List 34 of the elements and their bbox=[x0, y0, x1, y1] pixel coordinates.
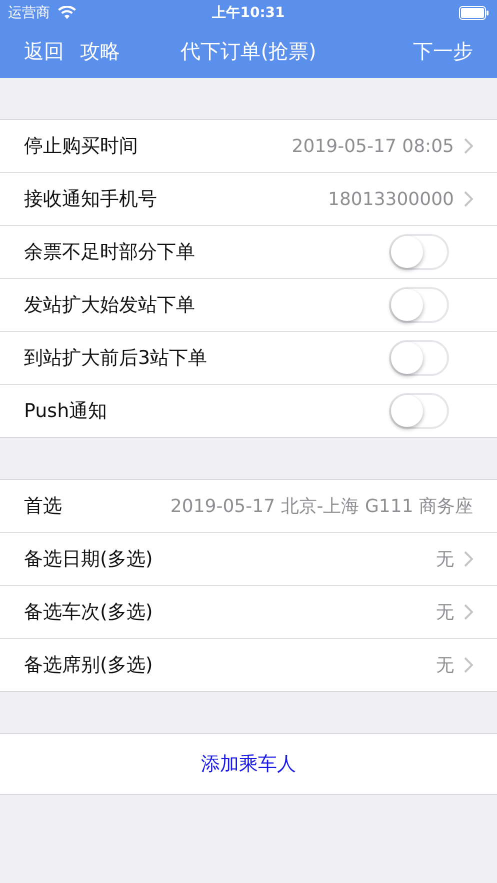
status-time: 上午10:31 bbox=[212, 4, 285, 22]
next-button[interactable]: 下一步 bbox=[413, 38, 473, 65]
row-label: 备选日期(多选) bbox=[24, 547, 153, 572]
row-label: 停止购买时间 bbox=[24, 134, 138, 159]
battery-icon bbox=[459, 6, 489, 20]
row-value[interactable]: 2019-05-17 08:05 bbox=[292, 136, 454, 156]
toggle-switch[interactable] bbox=[389, 287, 449, 323]
row-label: 余票不足时部分下单 bbox=[24, 240, 195, 265]
chevron-icon bbox=[464, 191, 473, 207]
carrier-label: 运营商 bbox=[8, 4, 50, 22]
wifi-icon bbox=[58, 6, 76, 19]
row-label: 发站扩大始发站下单 bbox=[24, 293, 195, 318]
row-label: 到站扩大前后3站下单 bbox=[24, 346, 208, 371]
row-value[interactable]: 无 bbox=[436, 653, 454, 677]
row-label: 首选 bbox=[24, 494, 62, 519]
row-value[interactable]: 无 bbox=[436, 547, 454, 571]
add-passenger-button[interactable]: 添加乘车人 bbox=[0, 733, 497, 795]
row-label: 备选席别(多选) bbox=[24, 653, 153, 678]
toggle-switch[interactable] bbox=[389, 234, 449, 270]
chevron-icon bbox=[464, 657, 473, 673]
row-label: 备选车次(多选) bbox=[24, 600, 153, 625]
row-label: Push通知 bbox=[24, 399, 108, 424]
row-label: 接收通知手机号 bbox=[24, 187, 157, 212]
toggle-switch[interactable] bbox=[389, 393, 449, 429]
page-title: 代下订单(抢票) bbox=[180, 38, 316, 65]
row-value[interactable]: 无 bbox=[436, 600, 454, 624]
chevron-icon bbox=[464, 551, 473, 567]
row-value[interactable]: 18013300000 bbox=[328, 188, 454, 210]
chevron-icon bbox=[464, 604, 473, 620]
toggle-switch[interactable] bbox=[389, 340, 449, 376]
nav-button[interactable]: 攻略 bbox=[80, 38, 120, 65]
nav-button[interactable]: 返回 bbox=[24, 38, 64, 65]
row-value: 2019-05-17 北京-上海 G111 商务座 bbox=[170, 495, 473, 518]
chevron-icon bbox=[464, 138, 473, 154]
